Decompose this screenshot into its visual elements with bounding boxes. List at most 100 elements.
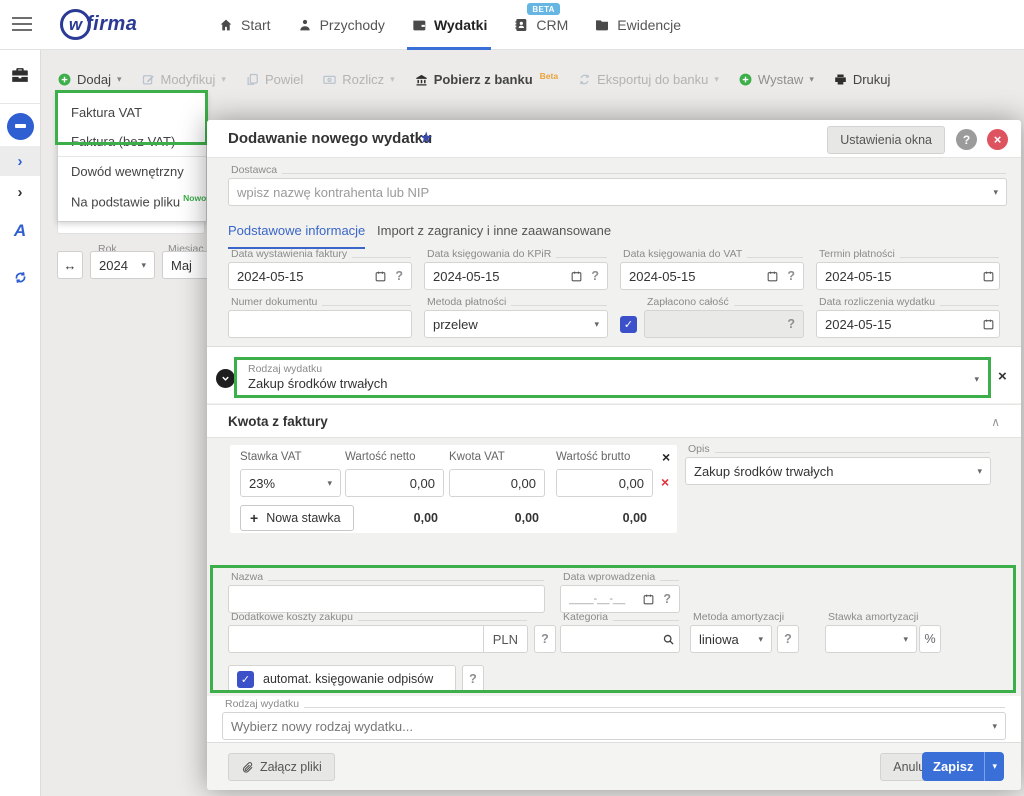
wartosc-netto-field[interactable] xyxy=(345,469,444,497)
termin-platnosci-input[interactable] xyxy=(817,263,980,289)
wfirma-logo[interactable]: w firma xyxy=(60,9,137,40)
rozlicz-button[interactable]: Rozlicz ▾ xyxy=(322,72,394,87)
termin-platnosci-field[interactable]: Termin płatności xyxy=(816,262,1000,290)
metoda-platnosci-select[interactable]: Metoda płatności przelew ▾ xyxy=(424,310,608,338)
kwota-vat-field[interactable] xyxy=(449,469,545,497)
nowy-rodzaj-wydatku-select[interactable]: Rodzaj wydatku Wybierz nowy rodzaj wydat… xyxy=(222,712,1006,740)
opis-select[interactable]: Opis Zakup środków trwałych ▾ xyxy=(685,457,991,485)
collapse-section-button[interactable] xyxy=(216,369,235,388)
nav-item-crm[interactable]: BETA CRM xyxy=(513,0,568,50)
kategoria-input[interactable] xyxy=(561,626,660,652)
tab-import-z-zagranicy[interactable]: Import z zagranicy i inne zaawansowane xyxy=(377,223,611,247)
zalacz-pliki-button[interactable]: Załącz pliki xyxy=(228,753,335,781)
menu-item-na-podstawie-pliku[interactable]: Na podstawie plikuNowość xyxy=(58,186,206,216)
data-wystawienia-input[interactable] xyxy=(229,263,372,289)
hamburger-menu-icon[interactable] xyxy=(12,17,32,33)
nav-item-przychody[interactable]: Przychody xyxy=(297,0,385,50)
zapisz-button[interactable]: Zapisz ▾ xyxy=(922,752,1004,781)
data-rozliczenia-field[interactable]: Data rozliczenia wydatku xyxy=(816,310,1000,338)
wartosc-brutto-field[interactable] xyxy=(556,469,653,497)
wartosc-netto-input[interactable] xyxy=(346,470,443,496)
dodatkowe-koszty-field[interactable]: Dodatkowe koszty zakupu PLN xyxy=(228,625,528,653)
help-icon[interactable]: ? xyxy=(783,317,803,331)
auto-posting-checkbox[interactable]: ✓ xyxy=(237,671,254,688)
calendar-icon[interactable] xyxy=(570,270,583,283)
help-icon[interactable]: ? xyxy=(783,269,803,283)
dodatkowe-koszty-input[interactable] xyxy=(229,626,483,652)
menu-item-faktura-vat[interactable]: Faktura VAT xyxy=(58,98,206,127)
nav-item-ewidencje[interactable]: Ewidencje xyxy=(594,0,681,50)
search-icon[interactable] xyxy=(662,633,675,646)
sidebar-item-amortization[interactable]: A xyxy=(0,216,40,246)
data-ksiegowania-vat-field[interactable]: Data księgowania do VAT ? xyxy=(620,262,804,290)
calendar-icon[interactable] xyxy=(982,270,995,283)
save-dropdown-arrow-icon[interactable]: ▾ xyxy=(984,752,1004,781)
nav-item-wydatki[interactable]: Wydatki xyxy=(411,0,487,50)
sidebar-item-wydatki-active[interactable] xyxy=(0,111,40,141)
sidebar-item-expand-2[interactable]: › xyxy=(0,177,40,207)
help-icon[interactable]: ? xyxy=(534,625,556,653)
window-settings-button[interactable]: Ustawienia okna xyxy=(827,126,945,154)
field-label: Numer dokumentu xyxy=(231,296,413,308)
help-icon[interactable]: ? xyxy=(956,129,977,150)
kategoria-field[interactable]: Kategoria xyxy=(560,625,680,653)
help-icon[interactable]: ? xyxy=(777,625,799,653)
menu-item-label: Na podstawie pliku xyxy=(71,194,180,209)
data-ksiegowania-vat-input[interactable] xyxy=(621,263,764,289)
sidebar-item-sync[interactable] xyxy=(0,262,40,292)
menu-item-dowod-wewnetrzny[interactable]: Dowód wewnętrzny xyxy=(58,156,206,186)
calendar-icon[interactable] xyxy=(374,270,387,283)
metoda-amortyzacji-select[interactable]: Metoda amortyzacji liniowa ▾ xyxy=(690,625,772,653)
tab-podstawowe-informacje[interactable]: Podstawowe informacje xyxy=(228,223,365,249)
nav-item-start[interactable]: Start xyxy=(218,0,271,50)
data-wprowadzenia-input[interactable] xyxy=(561,586,640,612)
numer-dokumentu-input[interactable] xyxy=(229,311,411,337)
modyfikuj-button[interactable]: Modyfikuj ▾ xyxy=(141,72,226,87)
calendar-icon[interactable] xyxy=(766,270,779,283)
auto-posting-field[interactable]: ✓ automat. księgowanie odpisów xyxy=(228,665,456,693)
eksportuj-do-banku-button[interactable]: Eksportuj do banku ▾ xyxy=(577,72,719,87)
sidebar-item-expand-1[interactable]: › xyxy=(0,146,40,176)
beta-badge: BETA xyxy=(527,3,559,15)
data-wystawienia-field[interactable]: Data wystawienia faktury ? xyxy=(228,262,412,290)
help-icon[interactable]: ? xyxy=(391,269,411,283)
data-wprowadzenia-field[interactable]: Data wprowadzenia ? xyxy=(560,585,680,613)
drukuj-button[interactable]: Drukuj xyxy=(833,72,891,87)
zaplacono-calosc-checkbox[interactable]: ✓ xyxy=(620,316,637,333)
help-icon[interactable]: ? xyxy=(462,665,484,693)
nazwa-input[interactable] xyxy=(229,586,544,612)
data-ksiegowania-kpir-input[interactable] xyxy=(425,263,568,289)
rok-select[interactable]: 2024 ▾ xyxy=(90,251,155,279)
dostawca-input[interactable] xyxy=(229,179,989,205)
calendar-icon[interactable] xyxy=(982,318,995,331)
nowa-stawka-button[interactable]: + Nowa stawka xyxy=(240,505,354,531)
stawka-amortyzacji-select[interactable]: Stawka amortyzacji ▾ xyxy=(825,625,917,653)
wystaw-button[interactable]: Wystaw ▾ xyxy=(738,72,814,87)
favorite-star-icon[interactable]: ★ xyxy=(419,128,433,148)
calendar-icon[interactable] xyxy=(642,593,655,606)
wartosc-brutto-input[interactable] xyxy=(557,470,652,496)
data-rozliczenia-input[interactable] xyxy=(817,311,980,337)
collapse-chevron-icon[interactable]: ∧ xyxy=(991,415,1000,429)
dodaj-button[interactable]: Dodaj ▾ xyxy=(57,72,122,87)
menu-item-faktura-bez-vat[interactable]: Faktura (bez VAT) xyxy=(58,127,206,156)
numer-dokumentu-field[interactable]: Numer dokumentu xyxy=(228,310,412,338)
stawka-vat-select[interactable]: 23% ▾ xyxy=(240,469,341,497)
metoda-amortyzacji-value: liniowa xyxy=(691,632,754,647)
year-range-toggle[interactable]: ↔ xyxy=(57,251,83,279)
help-icon[interactable]: ? xyxy=(587,269,607,283)
delete-row-icon[interactable]: × xyxy=(661,474,669,490)
data-ksiegowania-kpir-field[interactable]: Data księgowania do KPiR ? xyxy=(424,262,608,290)
powiel-button[interactable]: Powiel xyxy=(245,72,303,87)
kwota-vat-input[interactable] xyxy=(450,470,544,496)
dostawca-field[interactable]: Dostawca ▾ xyxy=(228,178,1007,206)
pobierz-z-banku-button[interactable]: Pobierz z banku Beta xyxy=(414,72,558,87)
folder-icon xyxy=(594,17,610,33)
help-icon[interactable]: ? xyxy=(659,592,679,606)
clear-table-icon[interactable]: × xyxy=(662,449,670,465)
close-icon[interactable]: × xyxy=(987,129,1008,150)
remove-expense-type-icon[interactable]: × xyxy=(998,368,1007,385)
field-label: Termin płatności xyxy=(819,248,1001,260)
nazwa-field[interactable]: Nazwa xyxy=(228,585,545,613)
sidebar-item-briefcase[interactable] xyxy=(0,60,40,90)
